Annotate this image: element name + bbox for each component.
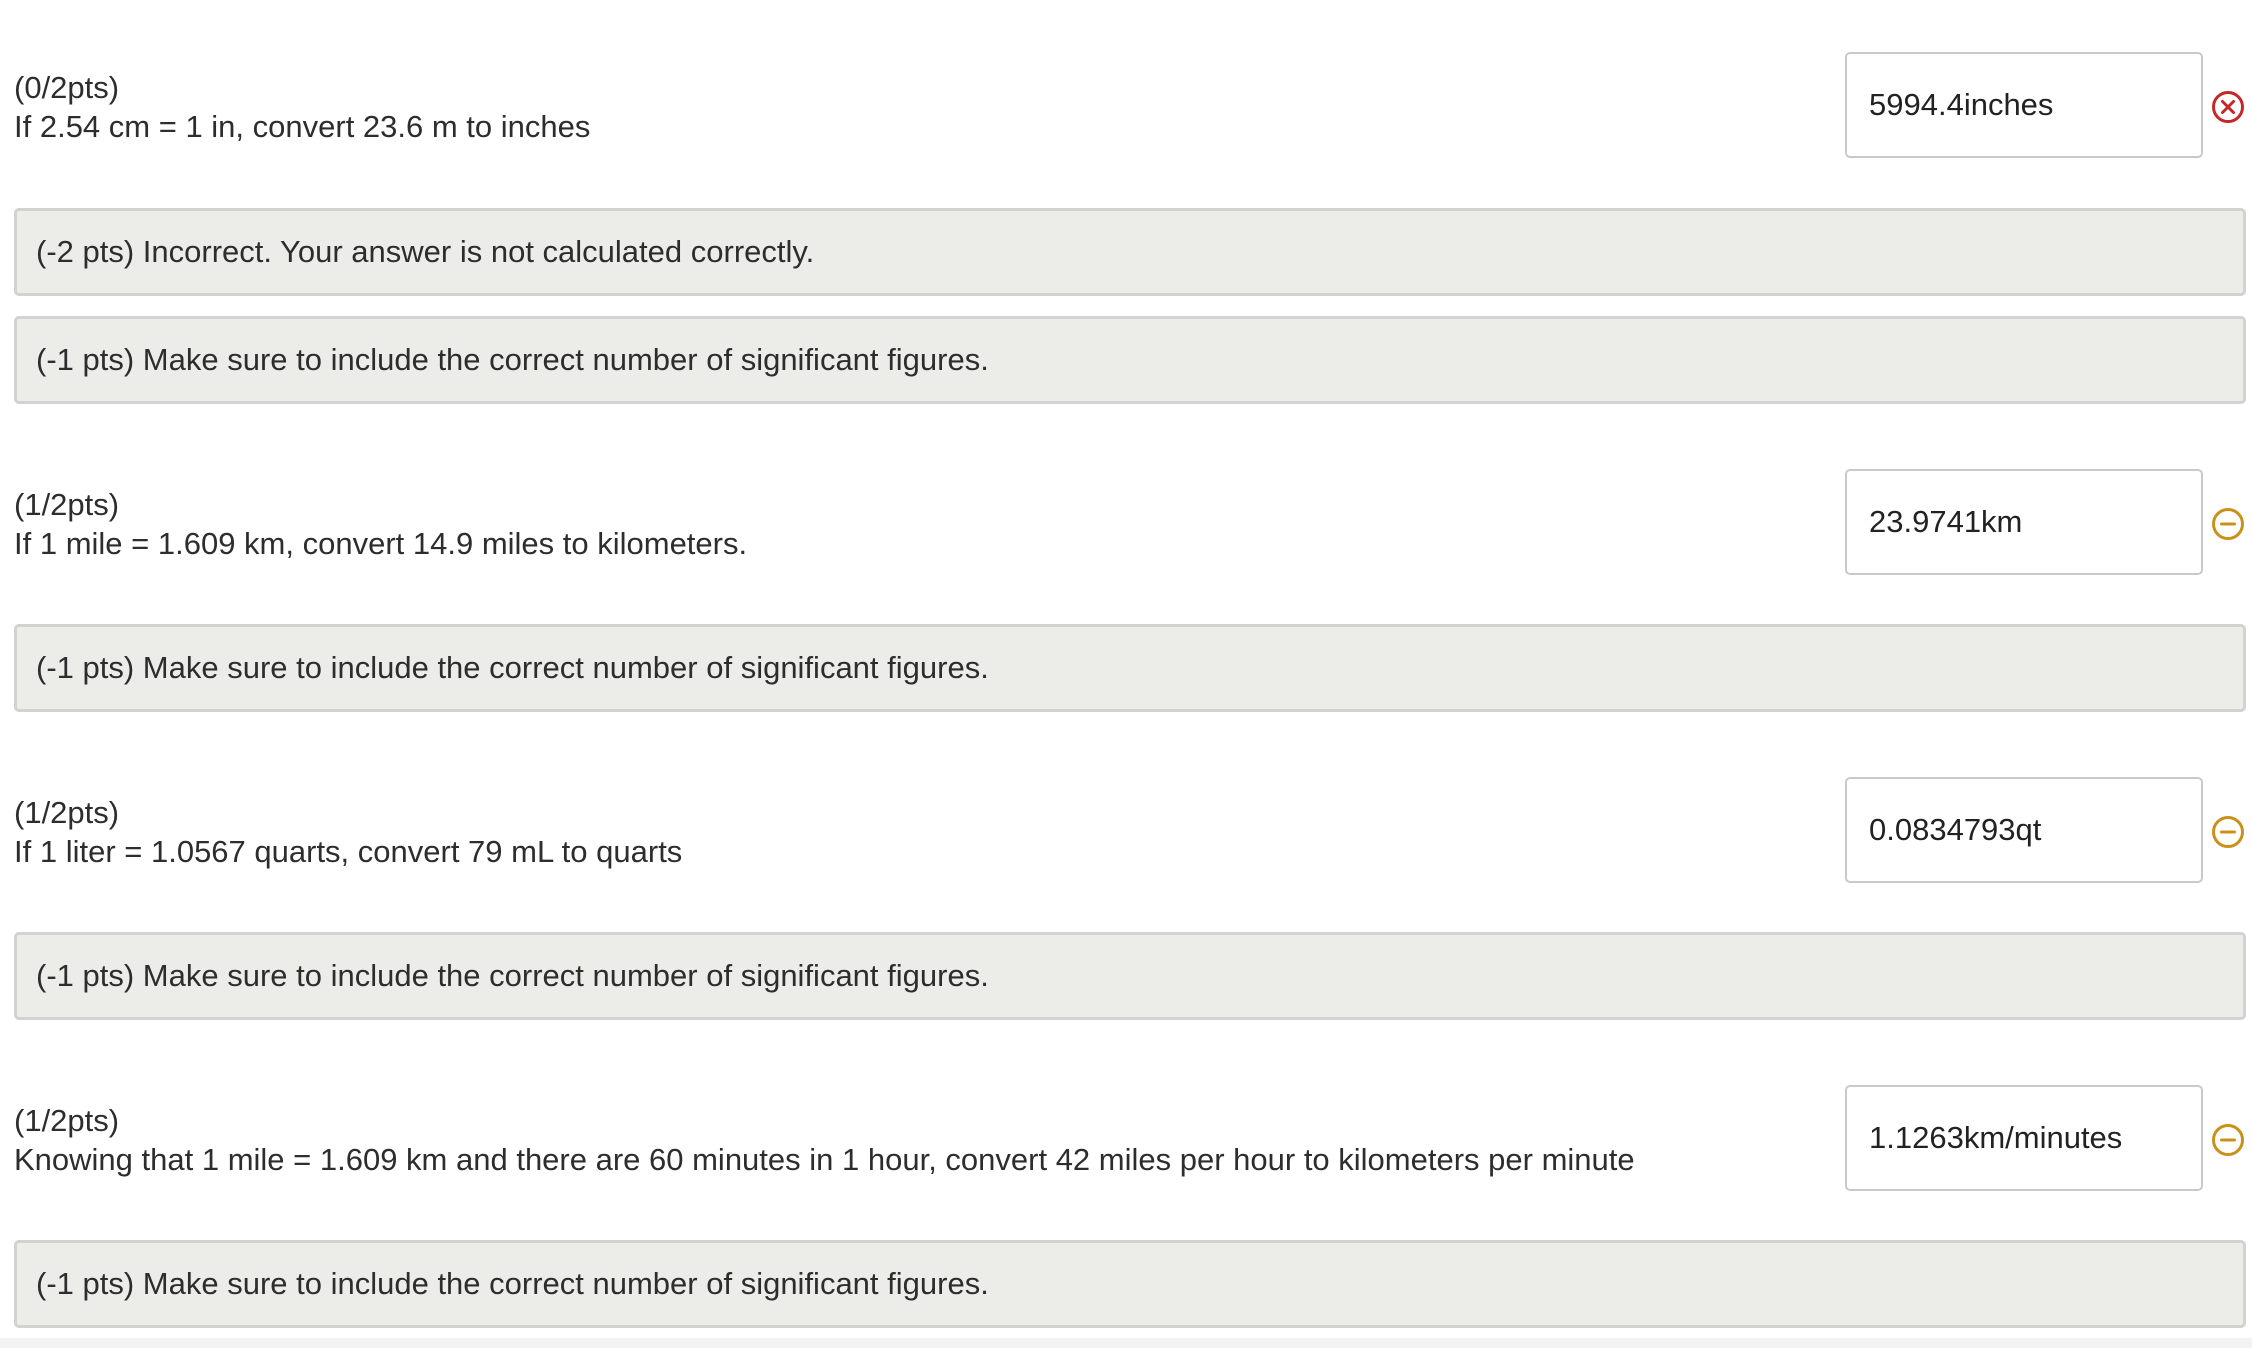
question-prompt: If 2.54 cm = 1 in, convert 23.6 m to inc… — [14, 109, 591, 144]
feedback-message: (-1 pts) Make sure to include the correc… — [14, 1240, 2246, 1328]
question-prompt: If 1 mile = 1.609 km, convert 14.9 miles… — [14, 526, 748, 561]
circle-minus-icon — [2212, 1124, 2244, 1156]
circle-minus-icon — [2212, 816, 2244, 848]
question-score: (1/2pts) — [14, 487, 120, 522]
question-block: (1/2pts) If 1 mile = 1.609 km, convert 1… — [14, 485, 747, 563]
question-prompt: Knowing that 1 mile = 1.609 km and there… — [14, 1142, 1635, 1177]
question-prompt: If 1 liter = 1.0567 quarts, convert 79 m… — [14, 834, 683, 869]
answer-field[interactable]: 23.9741km — [1845, 469, 2203, 575]
feedback-message: (-1 pts) Make sure to include the correc… — [14, 624, 2246, 712]
page-bottom-divider — [0, 1338, 2252, 1348]
feedback-message: (-1 pts) Make sure to include the correc… — [14, 316, 2246, 404]
question-block: (1/2pts) If 1 liter = 1.0567 quarts, con… — [14, 793, 682, 871]
question-block: (1/2pts) Knowing that 1 mile = 1.609 km … — [14, 1101, 1635, 1179]
question-score: (1/2pts) — [14, 795, 120, 830]
answer-field[interactable]: 0.0834793qt — [1845, 777, 2203, 883]
circle-minus-icon — [2212, 508, 2244, 540]
question-score: (0/2pts) — [14, 70, 120, 105]
question-block: (0/2pts) If 2.54 cm = 1 in, convert 23.6… — [14, 68, 590, 146]
circle-x-icon — [2212, 91, 2244, 123]
feedback-message: (-1 pts) Make sure to include the correc… — [14, 932, 2246, 1020]
answer-field[interactable]: 5994.4inches — [1845, 52, 2203, 158]
answer-field[interactable]: 1.1263km/minutes — [1845, 1085, 2203, 1191]
feedback-message: (-2 pts) Incorrect. Your answer is not c… — [14, 208, 2246, 296]
question-score: (1/2pts) — [14, 1103, 120, 1138]
